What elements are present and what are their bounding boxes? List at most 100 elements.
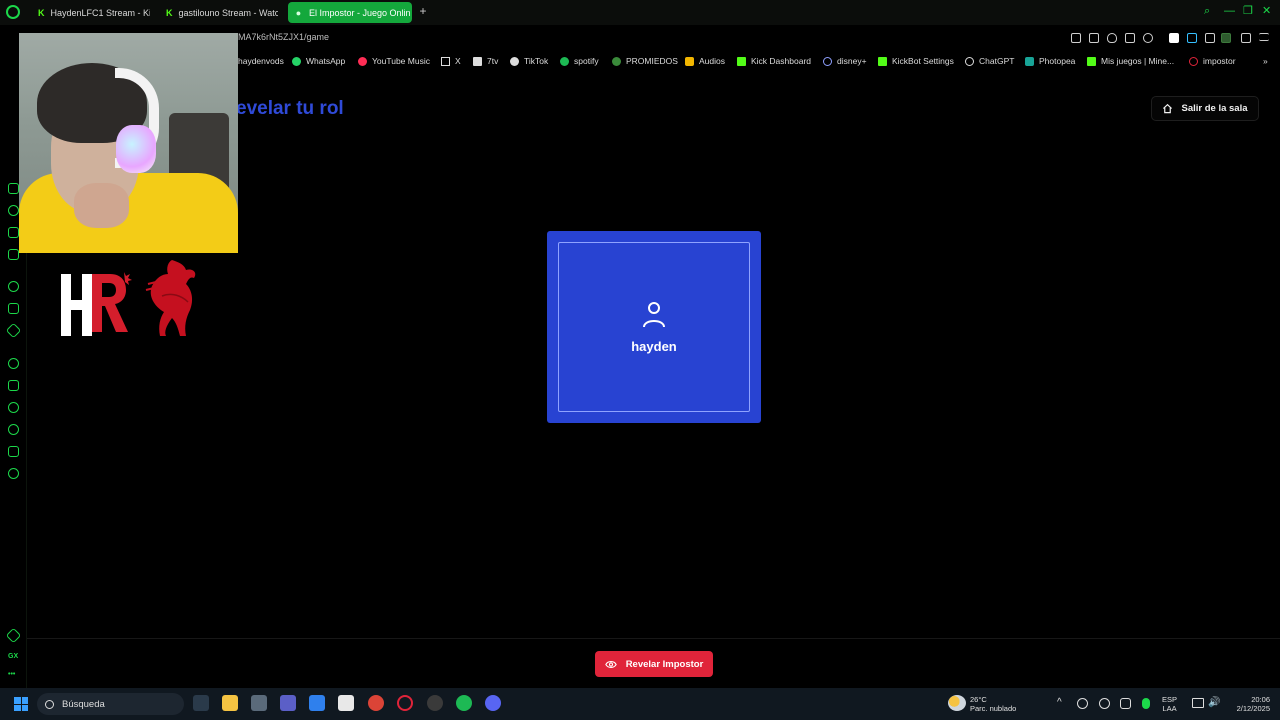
bookmark-mis-juegos[interactable]: Mis juegos | Mine... [1087,56,1174,66]
sidebar-opera-icon[interactable] [8,358,19,369]
language-indicator[interactable]: ESP LAA [1162,695,1177,713]
sidebar-chatgpt-icon[interactable] [8,281,19,292]
notepad-icon[interactable] [309,695,325,711]
minimize-icon[interactable]: — [1224,4,1235,18]
obs-icon[interactable] [427,695,443,711]
eye-icon [604,660,617,668]
audios-icon [685,56,694,66]
taskbar-search[interactable]: Búsqueda [37,693,184,715]
bookmark-tiktok[interactable]: TikTok [510,56,548,66]
bookmark-impostor[interactable]: impostor [1189,56,1236,66]
tab-hayden-stream[interactable]: K HaydenLFC1 Stream - Kic [32,2,150,23]
reveal-impostor-label: Revelar Impostor [625,658,704,670]
opera-gx-logo-icon[interactable] [6,5,20,19]
x-icon [441,56,450,66]
tab-bar: K HaydenLFC1 Stream - Kic K gastilouno S… [0,0,1280,25]
heart-icon[interactable] [1143,33,1153,43]
sidebar-wallet-icon[interactable] [8,227,19,238]
network-icon[interactable] [1192,698,1204,708]
shield-icon[interactable] [1107,33,1117,43]
tray-steam-icon[interactable] [1077,698,1088,709]
snipping-tool-icon[interactable] [338,695,354,711]
7tv-extension-icon[interactable] [1187,33,1197,43]
spotify-taskbar-icon[interactable] [456,695,472,711]
snapshot-icon[interactable] [1089,33,1099,43]
sidebar-more-icon[interactable]: ••• [8,671,15,678]
bookmark-haydenvods[interactable]: haydenvods [238,56,284,66]
sidebar-m-icon[interactable] [8,249,19,260]
reveal-impostor-button[interactable]: Revelar Impostor [595,651,713,677]
bookmark-kick-dashboard[interactable]: Kick Dashboard [737,56,811,66]
sidebar-twitch-icon[interactable] [8,183,19,194]
menu-icon[interactable] [1259,33,1269,41]
bookmark-x[interactable]: X [441,56,461,66]
tray-app-icon[interactable] [1099,698,1110,709]
sidebar-history-icon[interactable] [8,424,19,435]
bookmark-chatgpt[interactable]: ChatGPT [965,56,1014,66]
sidebar-telegram-icon[interactable] [5,322,22,339]
clock[interactable]: 20:06 2/12/2025 [1228,695,1270,713]
file-explorer-icon[interactable] [222,695,238,711]
extension-diamond-icon[interactable] [1169,33,1179,43]
task-view-icon[interactable] [193,695,209,711]
chrome-icon[interactable] [368,695,384,711]
tab-label: El Impostor - Juego Onlin [309,7,411,18]
sidebar-apps-grid-icon[interactable] [8,380,19,391]
discord-icon[interactable] [485,695,501,711]
exit-room-label: Salir de la sala [1181,103,1248,114]
sidebar-twitch-chat-icon[interactable] [8,303,19,314]
bookmarks-overflow-chevron-icon[interactable]: » [1263,56,1268,66]
extensions-icon[interactable] [1205,33,1215,43]
tab-gastilouno-stream[interactable]: K gastilouno Stream - Watc [160,2,278,23]
sidebar-gx-label[interactable]: GX [8,653,18,660]
windows-start-icon[interactable] [14,697,28,711]
bookmark-youtube-music[interactable]: YouTube Music [358,56,430,66]
url-field[interactable]: MA7k6rNt5ZJX1/game [238,32,329,42]
new-tab-plus-icon[interactable]: + [417,5,429,17]
bookmark-disney[interactable]: disney+ [823,56,867,66]
tray-microphone-icon[interactable] [1142,698,1150,709]
bookmark-promiedos[interactable]: PROMIEDOS [612,56,678,66]
tray-chevron-up-icon[interactable]: ^ [1057,698,1062,708]
tray-sync-icon[interactable] [1120,698,1131,709]
kick-icon [1087,56,1096,66]
bookmark-photopea[interactable]: Photopea [1025,56,1075,66]
play-icon[interactable] [1125,33,1135,43]
search-icon [45,699,54,709]
disney-icon [823,56,832,66]
sidebar-download-icon[interactable] [8,446,19,457]
restore-icon[interactable]: ❐ [1243,4,1253,18]
exit-room-button[interactable]: Salir de la sala [1151,96,1259,121]
bookmark-audios[interactable]: Audios [685,56,725,66]
profile-avatar-icon[interactable] [1221,33,1231,43]
kick-icon [737,56,746,66]
tab-impostor-game[interactable]: ● El Impostor - Juego Onlin [288,2,412,23]
calculator-icon[interactable] [251,695,267,711]
impostor-icon [1189,56,1198,66]
search-tabs-icon[interactable]: ⌕ [1204,4,1210,18]
pin-icon[interactable] [1071,33,1081,43]
bookmark-7tv[interactable]: 7tv [473,56,498,66]
close-icon[interactable]: ✕ [1262,4,1271,18]
role-card[interactable]: hayden [547,231,761,423]
bookmark-whatsapp[interactable]: WhatsApp [292,56,345,66]
opera-gx-taskbar-icon[interactable] [397,695,413,711]
volume-icon[interactable]: 🔊 [1208,698,1220,708]
tiktok-icon [510,56,519,66]
sidebar-pin-icon[interactable] [5,627,22,644]
teams-icon[interactable] [280,695,296,711]
download-icon[interactable] [1241,33,1251,43]
weather-icon[interactable] [948,695,966,711]
footer-divider [27,638,1280,639]
kickbot-icon [878,56,887,66]
language-bottom: LAA [1162,704,1177,713]
bookmark-spotify[interactable]: spotify [560,56,599,66]
page-title: evelar tu rol [236,98,344,119]
sidebar-settings-icon[interactable] [8,468,19,479]
bookmark-kickbot-settings[interactable]: KickBot Settings [878,56,954,66]
weather-info[interactable]: 26°C Parc. nublado [970,695,1016,713]
chatgpt-icon [965,56,974,66]
sidebar-refresh-icon[interactable] [8,205,19,216]
game-icon: ● [295,7,302,18]
sidebar-heart-icon[interactable] [8,402,19,413]
